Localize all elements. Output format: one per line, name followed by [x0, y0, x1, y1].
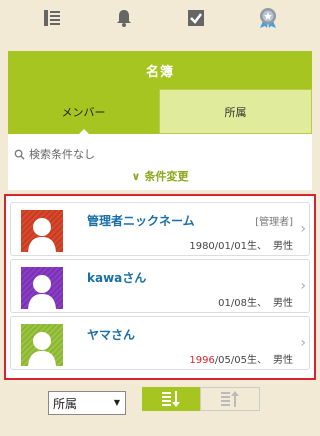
change-condition-button[interactable]: ∨ 条件変更: [8, 168, 312, 184]
caret-down-icon: ▼: [113, 398, 120, 407]
list-icon: [44, 10, 60, 26]
nav-member-button[interactable]: [248, 2, 288, 34]
tab-bar: メンバー 所属: [8, 89, 312, 135]
member-row[interactable]: kawaさん 01/08生、 男性 ›: [10, 259, 310, 313]
search-icon: [14, 149, 25, 160]
member-row[interactable]: 管理者ニックネーム [管理者] 1980/01/01生、 男性 ›: [10, 202, 310, 256]
avatar-icon: [21, 210, 63, 252]
search-panel: 検索条件なし ∨ 条件変更: [8, 134, 312, 190]
page-title: 名簿: [8, 51, 312, 89]
gender: 男性: [273, 241, 293, 252]
birth-date: 01/01生、: [218, 241, 267, 252]
badge-icon: [260, 8, 276, 28]
sort-asc-icon: [221, 391, 239, 407]
bell-icon: [117, 10, 131, 27]
sort-order-toggle: [142, 387, 260, 411]
search-condition: 検索条件なし: [14, 146, 95, 162]
member-info: 01/08生、 男性: [218, 294, 293, 309]
sort-select[interactable]: 所属 ▼: [48, 391, 126, 415]
member-list: 管理者ニックネーム [管理者] 1980/01/01生、 男性 › kawaさん …: [4, 194, 316, 380]
gender: 男性: [273, 298, 293, 309]
tab-members[interactable]: メンバー: [8, 89, 159, 135]
chevron-right-icon: ›: [300, 335, 306, 351]
avatar-icon: [21, 324, 63, 366]
gender: 男性: [273, 355, 293, 366]
avatar-icon: [21, 267, 63, 309]
birth-year: 1996: [189, 355, 215, 366]
avatar: [21, 324, 63, 366]
avatar: [21, 210, 63, 252]
sort-desc-icon: [162, 391, 180, 407]
birth-date: /05/05生、: [214, 355, 267, 366]
nav-notification-button[interactable]: [104, 2, 144, 34]
admin-badge: [管理者]: [255, 217, 293, 228]
nav-todo-button[interactable]: [176, 2, 216, 34]
member-info: 1996/05/05生、 男性: [189, 351, 293, 366]
nav-list-button[interactable]: [32, 2, 72, 34]
chevron-down-icon: ∨: [131, 170, 141, 183]
sort-desc-button[interactable]: [142, 387, 200, 411]
checkbox-icon: [188, 10, 204, 26]
sort-select-value: 所属: [53, 396, 78, 411]
member-name: kawaさん: [87, 271, 147, 285]
member-name: ヤマさん: [87, 328, 136, 342]
member-row[interactable]: ヤマさん 1996/05/05生、 男性 ›: [10, 316, 310, 370]
top-nav: [0, 0, 320, 36]
chevron-right-icon: ›: [300, 278, 306, 294]
member-name: 管理者ニックネーム: [87, 214, 195, 228]
sort-asc-button[interactable]: [200, 387, 260, 411]
change-condition-label: 条件変更: [144, 170, 189, 183]
tab-affiliation[interactable]: 所属: [159, 89, 312, 134]
member-info: 1980/01/01生、 男性: [189, 237, 293, 252]
birth-date: 01/08生、: [218, 298, 267, 309]
search-condition-text: 検索条件なし: [29, 148, 95, 161]
birth-year: 1980/: [189, 241, 219, 252]
chevron-right-icon: ›: [300, 221, 306, 237]
avatar: [21, 267, 63, 309]
